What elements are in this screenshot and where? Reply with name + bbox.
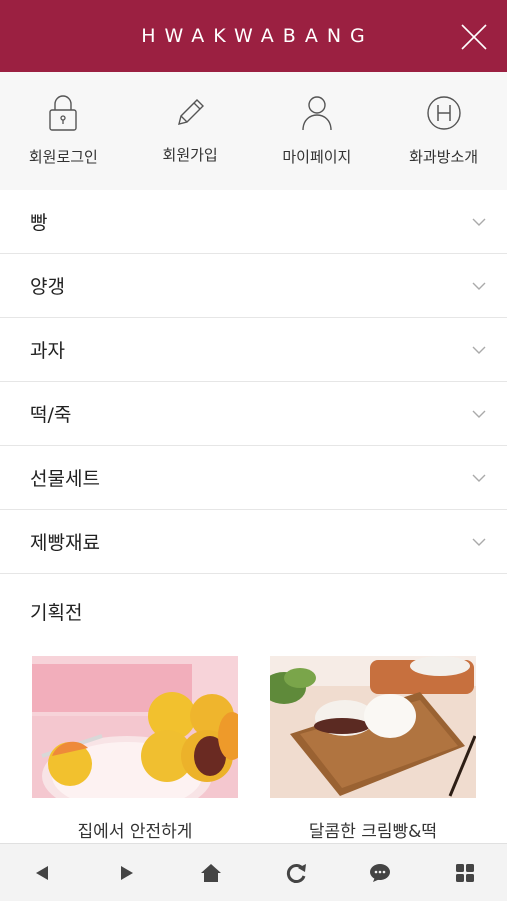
- menu-item-ricecake[interactable]: 떡/죽: [0, 382, 507, 446]
- home-button[interactable]: [191, 853, 231, 893]
- menu-item-label: 떡/죽: [30, 404, 72, 426]
- promo-card[interactable]: 집에서 안전하게: [32, 656, 238, 842]
- quick-links: 회원로그인 회원가입 마이페이지 화과방소개: [0, 72, 507, 190]
- menu-item-baking-supplies[interactable]: 제빵재료: [0, 510, 507, 574]
- h-circle-icon: [426, 96, 461, 130]
- grid-menu-button[interactable]: [445, 853, 485, 893]
- chevron-down-icon: [472, 410, 486, 418]
- signup-label: 회원가입: [162, 146, 218, 164]
- menu-item-bread[interactable]: 빵: [0, 190, 507, 254]
- bottom-toolbar: [0, 843, 507, 901]
- promotion-title: 기획전: [30, 602, 83, 624]
- pencil-icon: [178, 99, 205, 125]
- refresh-icon: [286, 863, 306, 883]
- about-label: 화과방소개: [409, 148, 479, 166]
- menu-item-gift-sets[interactable]: 선물세트: [0, 446, 507, 510]
- mypage-label: 마이페이지: [282, 148, 352, 166]
- forward-icon: [120, 865, 133, 880]
- promo-caption: 집에서 안전하게: [77, 822, 193, 842]
- menu-item-label: 선물세트: [30, 468, 100, 490]
- chevron-down-icon: [472, 538, 486, 546]
- login-label: 회원로그인: [28, 148, 98, 166]
- app-header: HWAKWABANG: [0, 0, 507, 72]
- chat-icon: [370, 863, 391, 882]
- promo-caption: 달콤한 크림빵&떡: [308, 822, 438, 842]
- menu-item-yanggaeng[interactable]: 양갱: [0, 254, 507, 318]
- menu-item-label: 과자: [30, 340, 65, 362]
- promo-card[interactable]: 달콤한 크림빵&떡: [270, 656, 476, 842]
- refresh-button[interactable]: [276, 853, 316, 893]
- chevron-down-icon: [472, 218, 486, 226]
- lock-icon: [49, 95, 78, 131]
- back-button[interactable]: [22, 853, 62, 893]
- back-icon: [36, 865, 49, 880]
- close-icon[interactable]: [459, 22, 489, 52]
- chevron-down-icon: [472, 346, 486, 354]
- menu-item-label: 제빵재료: [30, 532, 100, 554]
- chevron-down-icon: [472, 474, 486, 482]
- grid-icon: [455, 863, 474, 882]
- home-icon: [201, 863, 222, 882]
- login-link[interactable]: 회원로그인: [3, 72, 123, 190]
- menu-item-label: 빵: [30, 212, 48, 234]
- category-menu: 빵 양갱 과자 떡/죽 선물세트 제빵재료: [0, 190, 507, 574]
- promo-image-peach-buns[interactable]: [32, 656, 238, 798]
- forward-button[interactable]: [107, 853, 147, 893]
- user-icon: [302, 96, 332, 131]
- chevron-down-icon: [472, 282, 486, 290]
- menu-item-snacks[interactable]: 과자: [0, 318, 507, 382]
- chat-button[interactable]: [360, 853, 400, 893]
- signup-link[interactable]: 회원가입: [130, 72, 250, 190]
- brand-logo[interactable]: HWAKWABANG: [133, 25, 374, 47]
- menu-item-label: 양갱: [30, 276, 65, 298]
- mypage-link[interactable]: 마이페이지: [257, 72, 377, 190]
- promo-image-cream-bread[interactable]: [270, 656, 476, 798]
- about-link[interactable]: 화과방소개: [384, 72, 504, 190]
